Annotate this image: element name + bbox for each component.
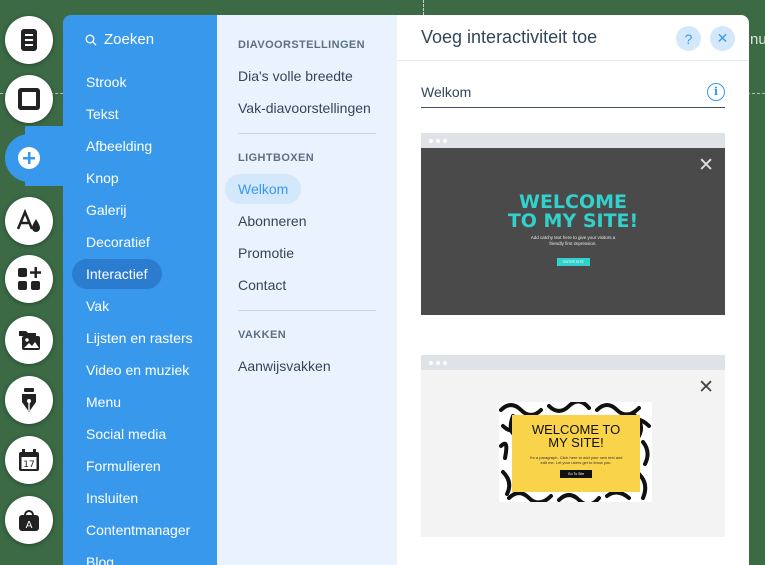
- close-button[interactable]: ✕: [710, 26, 735, 51]
- category-decoratief[interactable]: Decoratief: [72, 227, 164, 257]
- sub-item-abonneren[interactable]: Abonneren: [225, 206, 320, 236]
- bookings-button[interactable]: 17: [5, 436, 53, 484]
- category-galerij[interactable]: Galerij: [72, 195, 140, 225]
- add-apps-icon: [18, 267, 41, 290]
- preview-cta-button: Go To Site: [560, 470, 592, 478]
- preview-subtext: Add catchy text here to give your visito…: [530, 235, 616, 246]
- sub-item-welkom[interactable]: Welkom: [225, 174, 302, 204]
- preview-headline: WELCOME TO MY SITE!: [531, 422, 621, 450]
- section-underline: [421, 107, 725, 108]
- preview-headline: WELCOME TO MY SITE!: [507, 191, 639, 232]
- close-icon: ✕: [698, 377, 714, 398]
- background-button[interactable]: [5, 75, 53, 123]
- close-icon: ✕: [698, 155, 714, 176]
- help-icon: ?: [684, 30, 693, 47]
- lightbox-preset-welcome-dark[interactable]: ✕ WELCOME TO MY SITE! Add catchy text he…: [421, 133, 725, 315]
- divider: [238, 310, 376, 311]
- category-formulieren[interactable]: Formulieren: [72, 451, 175, 481]
- preview-card: WELCOME TO MY SITE! I'm a paragraph. Cli…: [512, 415, 640, 492]
- lightbox-preset-welcome-pattern[interactable]: ✕ WELCOME TO MY SITE! I'm a paragraph. C…: [421, 355, 725, 537]
- help-button[interactable]: ?: [676, 26, 701, 51]
- pages-icon: [21, 29, 37, 51]
- category-afbeelding[interactable]: Afbeelding: [72, 131, 166, 161]
- pages-button[interactable]: [5, 16, 53, 64]
- header-divider: [397, 60, 749, 61]
- design-button[interactable]: [5, 197, 53, 245]
- canvas-guide-vertical: [423, 0, 424, 15]
- store-button[interactable]: A: [5, 496, 53, 544]
- search-field[interactable]: Zoeken: [85, 31, 154, 48]
- content-panel: Voeg interactiviteit toe ? ✕ Welkom i ✕ …: [397, 15, 749, 565]
- category-social-media[interactable]: Social media: [72, 419, 180, 449]
- section-title: Welkom: [421, 84, 472, 100]
- category-blog[interactable]: Blog: [72, 547, 128, 565]
- heading-slideshows: DIAVOORSTELLINGEN: [238, 39, 365, 51]
- category-knop[interactable]: Knop: [72, 163, 133, 193]
- info-icon[interactable]: i: [707, 83, 725, 101]
- add-apps-button[interactable]: [5, 255, 53, 303]
- preview-body: ✕ WELCOME TO MY SITE! I'm a paragraph. C…: [421, 370, 725, 537]
- category-video-en-muziek[interactable]: Video en muziek: [72, 355, 203, 385]
- heading-boxes: VAKKEN: [238, 329, 287, 341]
- category-lijsten-en-rasters[interactable]: Lijsten en rasters: [72, 323, 207, 353]
- add-icon: [18, 147, 40, 169]
- pen-icon: [22, 388, 36, 412]
- category-menu[interactable]: Menu: [72, 387, 135, 417]
- media-icon: [19, 331, 40, 350]
- search-icon: [85, 34, 97, 45]
- panel-title: Voeg interactiviteit toe: [421, 27, 598, 47]
- search-label: Zoeken: [104, 31, 155, 48]
- svg-text:17: 17: [23, 460, 34, 470]
- preview-subtext: I'm a paragraph. Click here to add your …: [529, 455, 623, 465]
- design-icon: [16, 208, 40, 232]
- close-icon: ✕: [716, 30, 729, 46]
- category-vak[interactable]: Vak: [72, 291, 123, 321]
- add-elements-button[interactable]: [5, 134, 53, 182]
- section-icon: [18, 88, 40, 110]
- sub-item-contact[interactable]: Contact: [225, 270, 299, 300]
- category-tekst[interactable]: Tekst: [72, 99, 133, 129]
- store-icon: A: [19, 510, 39, 531]
- preview-body: ✕ WELCOME TO MY SITE! Add catchy text he…: [421, 148, 725, 315]
- window-chrome: [421, 355, 725, 370]
- sub-item-aanwijsvakken[interactable]: Aanwijsvakken: [225, 351, 344, 381]
- divider: [238, 133, 376, 134]
- heading-lightboxes: LIGHTBOXEN: [238, 152, 315, 164]
- category-insluiten[interactable]: Insluiten: [72, 483, 152, 513]
- sub-item-full-width-slides[interactable]: Dia's volle breedte: [225, 61, 366, 91]
- category-contentmanager[interactable]: Contentmanager: [72, 515, 204, 545]
- category-strook[interactable]: Strook: [72, 67, 140, 97]
- preview-cta-button: ENTER SITE: [557, 258, 590, 266]
- window-chrome: [421, 133, 725, 148]
- sub-item-promotie[interactable]: Promotie: [225, 238, 307, 268]
- category-panel: Zoeken Strook Tekst Afbeelding Knop Gale…: [63, 15, 217, 565]
- subcategory-panel: DIAVOORSTELLINGEN Dia's volle breedte Va…: [217, 15, 397, 565]
- calendar-icon: 17: [19, 449, 39, 471]
- sub-item-box-slideshows[interactable]: Vak-diavoorstellingen: [225, 93, 384, 123]
- canvas-edge-text: nu: [750, 31, 765, 48]
- media-button[interactable]: [5, 316, 53, 364]
- category-interactief[interactable]: Interactief: [72, 259, 162, 289]
- blog-button[interactable]: [5, 376, 53, 424]
- svg-text:A: A: [26, 520, 33, 531]
